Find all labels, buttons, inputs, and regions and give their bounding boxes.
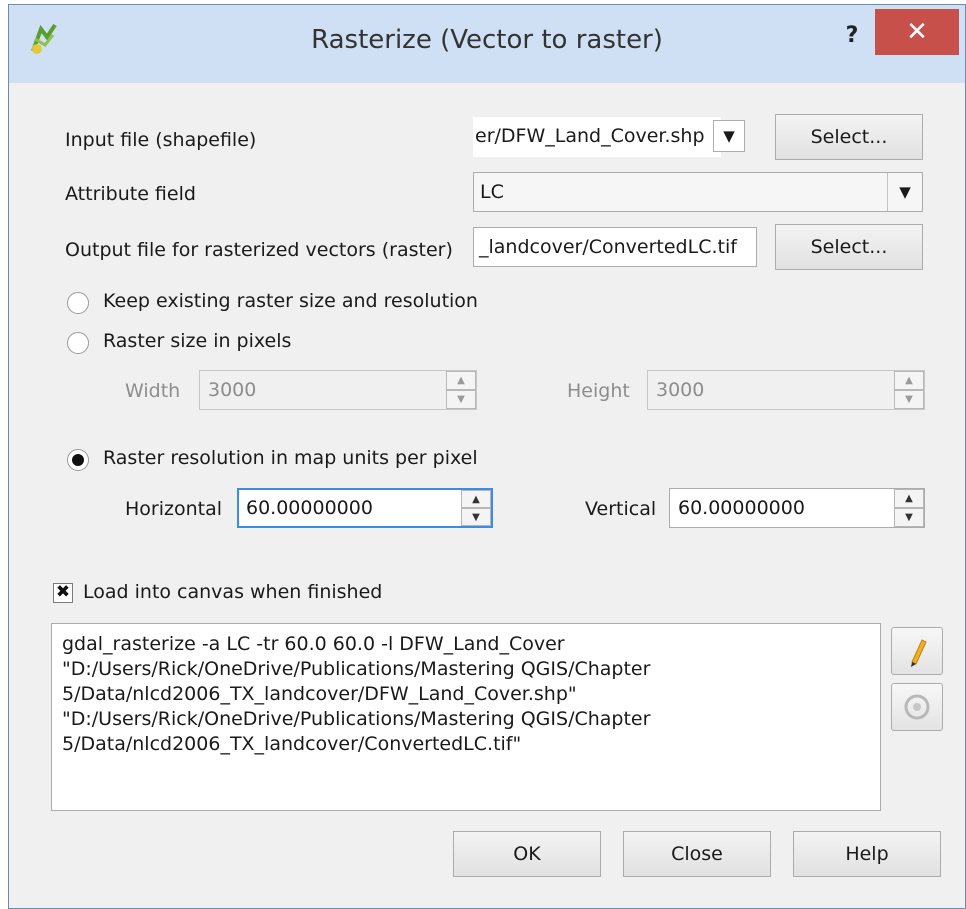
output-file-field[interactable]: _landcover/ConvertedLC.tif: [473, 227, 757, 267]
arrow-down-icon[interactable]: ▼: [894, 508, 924, 527]
output-select-button[interactable]: Select...: [775, 224, 923, 270]
width-spinbox[interactable]: 3000 ▲ ▼: [199, 370, 477, 410]
close-window-button[interactable]: ✕: [875, 9, 959, 55]
arrow-down-icon[interactable]: ▼: [894, 390, 924, 409]
width-label: Width: [125, 380, 181, 402]
height-stepper[interactable]: ▲ ▼: [894, 371, 924, 409]
raster-resolution-label: Raster resolution in map units per pixel: [103, 447, 478, 469]
input-file-combo[interactable]: er/DFW_Land_Cover.shp ▼: [473, 117, 751, 157]
radio-selected-dot: [72, 454, 84, 466]
attribute-field-value: LC: [480, 181, 504, 203]
vertical-label: Vertical: [585, 498, 657, 520]
raster-resolution-radio[interactable]: [67, 449, 89, 471]
ok-button[interactable]: OK: [453, 831, 601, 877]
chevron-down-icon[interactable]: ▼: [887, 173, 922, 211]
pencil-icon: [911, 639, 927, 667]
height-spinbox[interactable]: 3000 ▲ ▼: [647, 370, 925, 410]
keep-existing-radio[interactable]: [67, 292, 89, 314]
gdal-command-text[interactable]: gdal_rasterize -a LC -tr 60.0 60.0 -l DF…: [51, 623, 881, 811]
input-file-label: Input file (shapefile): [65, 129, 257, 151]
attribute-field-label: Attribute field: [65, 183, 196, 205]
load-into-canvas-checkbox[interactable]: ✖: [53, 583, 73, 603]
edit-command-button[interactable]: [891, 627, 943, 675]
dialog-title: Rasterize (Vector to raster): [311, 25, 663, 55]
arrow-up-icon[interactable]: ▲: [446, 371, 476, 390]
horizontal-spinbox[interactable]: 60.00000000 ▲ ▼: [237, 488, 493, 528]
width-value: 3000: [208, 379, 257, 401]
input-file-value: er/DFW_Land_Cover.shp: [473, 117, 721, 157]
output-file-label: Output file for rasterized vectors (rast…: [65, 239, 453, 261]
raster-size-label: Raster size in pixels: [103, 330, 292, 352]
input-select-button[interactable]: Select...: [775, 114, 923, 160]
vertical-stepper[interactable]: ▲ ▼: [894, 489, 924, 527]
height-label: Height: [567, 380, 630, 402]
chevron-down-icon[interactable]: ▼: [713, 120, 745, 152]
arrow-down-icon[interactable]: ▼: [461, 508, 491, 526]
keep-existing-label: Keep existing raster size and resolution: [103, 290, 478, 312]
dialog-body: Input file (shapefile) er/DFW_Land_Cover…: [13, 83, 961, 901]
width-stepper[interactable]: ▲ ▼: [446, 371, 476, 409]
load-into-canvas-label: Load into canvas when finished: [83, 581, 383, 603]
rasterize-dialog: Rasterize (Vector to raster) ? ✕ Input f…: [8, 4, 966, 909]
horizontal-value: 60.00000000: [246, 497, 373, 519]
height-value: 3000: [656, 379, 705, 401]
help-title-button[interactable]: ?: [827, 17, 877, 55]
vertical-value: 60.00000000: [678, 497, 805, 519]
raster-size-radio[interactable]: [67, 332, 89, 354]
arrow-down-icon[interactable]: ▼: [446, 390, 476, 409]
arrow-up-icon[interactable]: ▲: [894, 489, 924, 508]
horizontal-stepper[interactable]: ▲ ▼: [461, 490, 491, 526]
help-button[interactable]: Help: [793, 831, 941, 877]
reset-command-button[interactable]: [891, 683, 943, 731]
title-bar: Rasterize (Vector to raster) ? ✕: [9, 5, 965, 83]
attribute-field-combo[interactable]: LC ▼: [473, 172, 923, 212]
horizontal-label: Horizontal: [125, 498, 223, 520]
arrow-up-icon[interactable]: ▲: [894, 371, 924, 390]
vertical-spinbox[interactable]: 60.00000000 ▲ ▼: [669, 488, 925, 528]
arrow-up-icon[interactable]: ▲: [461, 490, 491, 508]
reset-icon: [904, 694, 930, 720]
close-button[interactable]: Close: [623, 831, 771, 877]
